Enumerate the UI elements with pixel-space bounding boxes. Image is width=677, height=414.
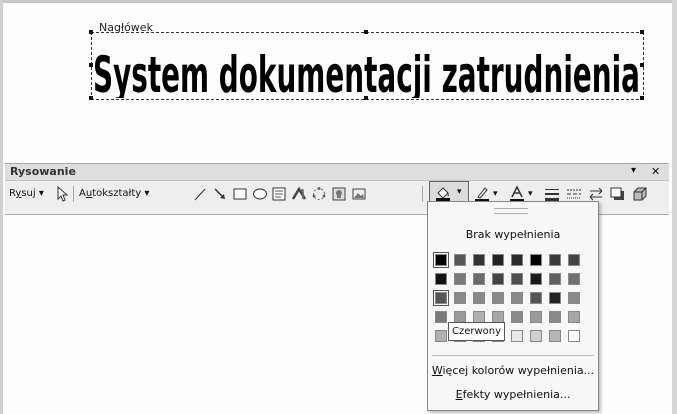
- chevron-down-icon[interactable]: ▾: [493, 189, 498, 199]
- color-swatch[interactable]: [549, 330, 561, 342]
- color-tooltip: Czerwony: [448, 322, 506, 341]
- color-swatch[interactable]: [433, 290, 449, 306]
- resize-handle[interactable]: [364, 30, 368, 34]
- clipart-icon[interactable]: [331, 186, 347, 202]
- cursor-arrow-icon[interactable]: [56, 186, 68, 202]
- dropdown-drag-handle[interactable]: [494, 208, 528, 214]
- color-swatch[interactable]: [530, 273, 542, 285]
- color-swatch[interactable]: [454, 273, 466, 285]
- chevron-down-icon[interactable]: ▾: [528, 189, 533, 199]
- color-swatch[interactable]: [511, 273, 523, 285]
- fill-effects-option[interactable]: Efekty wypełnienia...: [428, 388, 598, 401]
- color-swatch[interactable]: [492, 292, 504, 304]
- resize-handle[interactable]: [640, 63, 644, 67]
- draw-menu-button[interactable]: Rysuj ▾: [9, 188, 44, 199]
- color-swatch[interactable]: [530, 292, 542, 304]
- resize-handle[interactable]: [364, 96, 368, 100]
- autoshapes-menu-button[interactable]: Autokształty ▾: [79, 188, 149, 199]
- color-swatch[interactable]: [492, 273, 504, 285]
- arrow-icon[interactable]: [212, 186, 228, 202]
- page-top-border: [0, 0, 677, 3]
- selection-frame[interactable]: [91, 32, 644, 100]
- color-swatch[interactable]: [530, 254, 542, 266]
- color-swatch[interactable]: [568, 254, 580, 266]
- chevron-down-icon[interactable]: ▾: [457, 187, 462, 197]
- dash-style-icon[interactable]: [565, 186, 583, 202]
- color-swatch[interactable]: [511, 292, 523, 304]
- fill-color-dropdown: Brak wypełnienia Więcej kolorów wypełnie…: [427, 201, 599, 411]
- toolbar-separator: [73, 186, 74, 202]
- document-page: Nagłówek System dokumentacji zatrudnieni…: [0, 0, 677, 414]
- color-swatch[interactable]: [568, 273, 580, 285]
- color-swatch[interactable]: [549, 273, 561, 285]
- color-swatch[interactable]: [435, 330, 447, 342]
- line-style-icon[interactable]: [543, 186, 561, 202]
- oval-icon[interactable]: [252, 186, 268, 202]
- resize-handle[interactable]: [89, 30, 93, 34]
- diagram-icon[interactable]: [311, 186, 327, 202]
- fill-color-icon: [436, 187, 450, 201]
- arrow-style-icon[interactable]: [587, 186, 605, 202]
- color-swatch[interactable]: [454, 292, 466, 304]
- page-right-border: [672, 0, 677, 414]
- more-fill-colors-option[interactable]: Więcej kolorów wypełnienia...: [428, 364, 598, 377]
- dropdown-separator: [432, 355, 594, 356]
- wordart-icon[interactable]: [291, 186, 307, 202]
- shadow-icon[interactable]: [609, 186, 627, 202]
- color-swatch[interactable]: [568, 330, 580, 342]
- color-swatch[interactable]: [511, 254, 523, 266]
- picture-icon[interactable]: [351, 186, 367, 202]
- resize-handle[interactable]: [640, 96, 644, 100]
- color-swatch[interactable]: [549, 292, 561, 304]
- toolbar-title: Rysowanie: [10, 165, 76, 178]
- page-left-border: [0, 0, 3, 414]
- color-swatch[interactable]: [511, 311, 523, 323]
- color-swatch[interactable]: [568, 292, 580, 304]
- color-swatch[interactable]: [433, 252, 449, 268]
- color-swatch[interactable]: [473, 254, 485, 266]
- color-swatch[interactable]: [473, 273, 485, 285]
- resize-handle[interactable]: [89, 63, 93, 67]
- color-swatch[interactable]: [530, 311, 542, 323]
- color-swatch[interactable]: [549, 311, 561, 323]
- color-swatch[interactable]: [473, 292, 485, 304]
- color-swatch[interactable]: [454, 254, 466, 266]
- 3d-icon[interactable]: [631, 186, 649, 202]
- toolbar-options-icon[interactable]: ▾: [631, 165, 636, 176]
- textbox-icon[interactable]: [271, 186, 287, 202]
- rectangle-icon[interactable]: [232, 186, 248, 202]
- toolbar-separator: [422, 186, 423, 202]
- color-swatch[interactable]: [435, 273, 447, 285]
- resize-handle[interactable]: [89, 96, 93, 100]
- color-swatch[interactable]: [530, 330, 542, 342]
- line-icon[interactable]: [192, 186, 208, 202]
- color-swatch[interactable]: [435, 311, 447, 323]
- no-fill-option[interactable]: Brak wypełnienia: [428, 228, 598, 241]
- toolbar-titlebar[interactable]: Rysowanie ▾ ✕: [5, 164, 669, 181]
- resize-handle[interactable]: [640, 30, 644, 34]
- close-icon[interactable]: ✕: [651, 165, 660, 178]
- color-swatch[interactable]: [549, 254, 561, 266]
- color-swatch[interactable]: [511, 330, 523, 342]
- color-swatch[interactable]: [492, 254, 504, 266]
- color-swatch[interactable]: [568, 311, 580, 323]
